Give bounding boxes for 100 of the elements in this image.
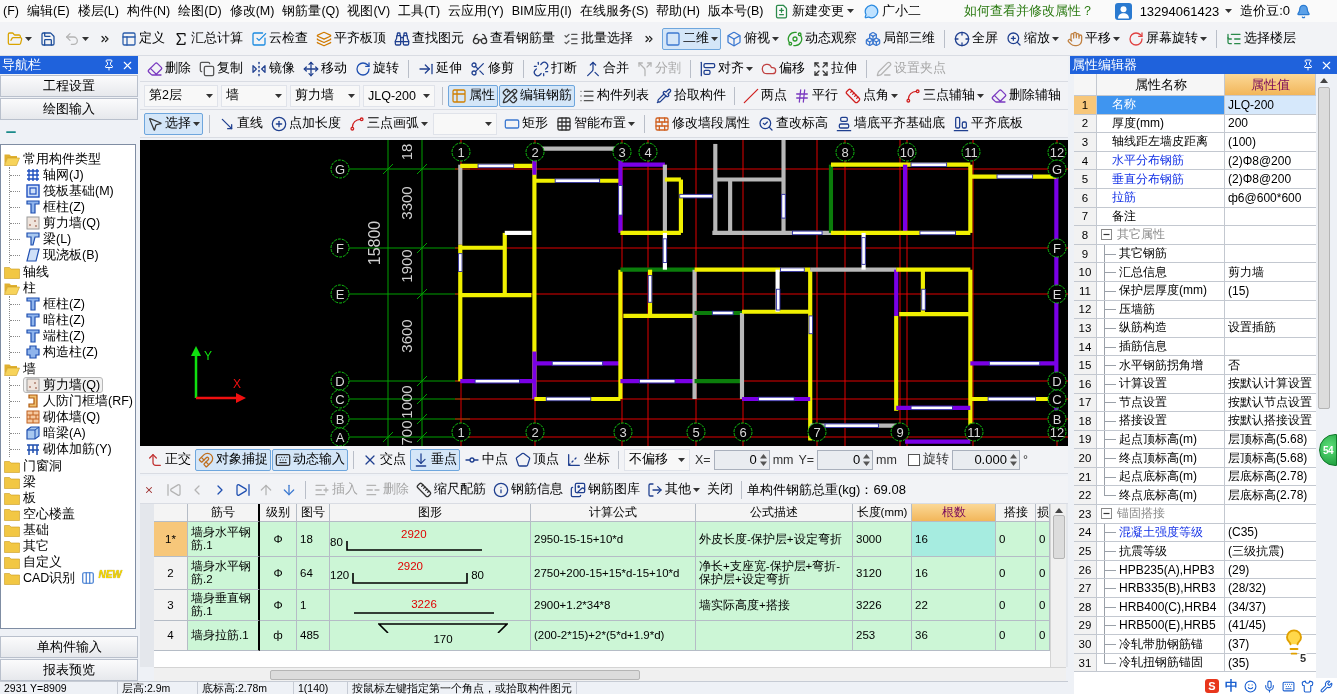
toolbar-button[interactable]: 修改墙段属性 <box>651 112 753 135</box>
minus-box-icon[interactable] <box>1101 508 1112 520</box>
tree-folder[interactable]: 柱 <box>1 280 39 296</box>
tree-item[interactable]: 轴网(J) <box>23 167 87 183</box>
tree-folder[interactable]: 空心楼盖 <box>1 506 78 522</box>
toolbar-button[interactable]: 中点 <box>461 448 511 471</box>
toolbar-button[interactable]: 平移 <box>1064 27 1123 50</box>
row-number-cell[interactable]: 2 <box>154 557 188 590</box>
pin-icon[interactable] <box>103 59 115 71</box>
property-name-cell[interactable]: 保护层厚度(mm) <box>1097 281 1225 301</box>
menu-item[interactable]: 在线服务(S) <box>576 1 652 21</box>
toolbar-button[interactable]: 定义 <box>118 27 168 50</box>
toolbar-button[interactable]: 平齐板顶 <box>313 27 389 50</box>
toolbar-button[interactable]: 复制 <box>196 57 246 80</box>
bell-icon[interactable] <box>1296 3 1311 19</box>
toolbar-button[interactable]: 延伸 <box>415 57 465 80</box>
scroll-thumb[interactable] <box>270 669 640 680</box>
toolbar-button[interactable]: 钢筋图库 <box>567 478 643 501</box>
toolbar-button[interactable]: 正交 <box>144 448 194 471</box>
toolbar-button[interactable]: 交点 <box>359 448 409 471</box>
scroll-thumb[interactable] <box>1052 515 1065 559</box>
ime-mode[interactable]: 中 <box>1225 677 1238 694</box>
property-value-cell[interactable]: (2)Φ8@200 <box>1225 151 1316 171</box>
cad-canvas[interactable]: 1 2 3 4 8 10 11 12 1 2 3 5 6 7 9 11 12 G F E D C B A G F E D C B 15800 18 3300 1900 3600 1000700 Y X <box>140 140 1068 446</box>
toolbar-button[interactable]: 缩尺配筋 <box>413 478 489 501</box>
property-value-cell[interactable]: (100) <box>1225 133 1316 152</box>
property-group-name[interactable]: 其它属性 <box>1115 226 1167 244</box>
toolbar-button[interactable]: 点加长度 <box>268 112 344 135</box>
ime-logo[interactable]: S <box>1205 679 1219 693</box>
menu-item[interactable]: 视图(V) <box>344 1 394 21</box>
nav-button[interactable]: 工程设置 <box>0 75 138 97</box>
tree-folder[interactable]: 轴线 <box>1 264 52 280</box>
nav-button[interactable]: 单构件输入 <box>0 636 138 658</box>
property-value-cell[interactable]: (15) <box>1225 281 1316 301</box>
toolbar-button[interactable]: 属性 <box>448 84 498 107</box>
toolbar-button[interactable]: 缩放 <box>1003 27 1062 50</box>
dropdown[interactable]: 剪力墙 <box>290 84 360 107</box>
property-name-cell[interactable]: 终点顶标高(m) <box>1097 449 1225 468</box>
toolbar-button[interactable]: 坐标 <box>563 448 613 471</box>
table-row[interactable]: 1* 墙身水平钢筋.1 Φ 18 80 2920 2950-15-15+10*d 外皮长度-保护层+设定弯折 3000 16 0 0 <box>154 522 1050 557</box>
tree-folder[interactable]: 其它 <box>1 538 52 554</box>
tree-item[interactable]: 剪力墙(Q) <box>23 377 104 393</box>
user-icon[interactable] <box>1114 2 1132 20</box>
row-number-cell[interactable]: 3 <box>154 590 188 621</box>
property-name-cell[interactable]: 终点底标高(m) <box>1097 486 1225 506</box>
property-name-cell[interactable]: 抗震等级 <box>1097 542 1225 561</box>
toolbar-button[interactable]: 三点辅轴 <box>902 84 987 107</box>
property-value-cell[interactable]: 200 <box>1225 114 1316 134</box>
tree-item[interactable]: 框柱(Z) <box>23 296 88 312</box>
toolbar-button[interactable]: 三点画弧 <box>346 112 431 135</box>
tree-folder[interactable]: 自定义 <box>1 554 65 570</box>
property-name-cell[interactable]: 冷轧扭钢筋锚固 <box>1097 653 1225 673</box>
toolbar-button[interactable]: 镜像 <box>248 57 298 80</box>
property-name-cell[interactable]: 起点顶标高(m) <box>1097 430 1225 450</box>
toolbar-button[interactable]: 点角 <box>842 84 901 107</box>
menu-item[interactable]: (F) <box>0 1 22 21</box>
property-name-cell[interactable]: 节点设置 <box>1097 393 1225 413</box>
tree-item[interactable]: 暗柱(Z) <box>23 312 88 328</box>
property-value-cell[interactable]: 层顶标高(5.68) <box>1225 449 1316 468</box>
toolbar-button[interactable]: 查找图元 <box>391 27 467 50</box>
shirt-icon[interactable] <box>1301 679 1314 693</box>
property-name-cell[interactable]: 备注 <box>1097 207 1225 227</box>
toolbar-button[interactable]: 垂点 <box>410 448 460 471</box>
tree-folder[interactable]: 墙 <box>1 361 39 377</box>
scroll-up-icon[interactable] <box>1320 78 1328 83</box>
help-link[interactable]: 如何查看并修改属性？ <box>963 2 1094 20</box>
tree-item[interactable]: 剪力墙(Q) <box>23 215 104 231</box>
menu-item[interactable]: BIM应用(I) <box>508 1 575 21</box>
toolbar-button[interactable]: 合并 <box>582 57 632 80</box>
toolbar-button[interactable]: 墙底平齐基础底 <box>833 112 948 135</box>
property-value-cell[interactable]: (三级抗震) <box>1225 542 1316 561</box>
toolbar-button[interactable]: 移动 <box>300 57 350 80</box>
toolbar-button[interactable]: 矩形 <box>501 112 551 135</box>
property-name-cell[interactable]: 插筋信息 <box>1097 337 1225 357</box>
menu-item[interactable]: 版本号(B) <box>704 1 767 21</box>
nav-button[interactable]: 绘图输入 <box>0 98 138 120</box>
coordinate-input[interactable]: 0 <box>713 449 770 470</box>
toolbar-button[interactable]: 局部三维 <box>862 27 938 50</box>
tree-item[interactable]: 框柱(Z) <box>23 199 88 215</box>
property-value-cell[interactable]: (34/37) <box>1225 598 1316 617</box>
toolbar-button[interactable]: 查看钢筋量 <box>469 27 558 50</box>
toolbar-button[interactable]: 拉伸 <box>810 57 860 80</box>
scroll-up-icon[interactable] <box>1054 508 1063 513</box>
pin-icon[interactable] <box>1302 59 1314 71</box>
toolbar-button[interactable]: 云检查 <box>248 27 311 50</box>
property-name-cell[interactable]: 水平钢筋拐角增 <box>1097 356 1225 375</box>
keyboard-icon[interactable] <box>1282 679 1295 693</box>
property-name-cell[interactable]: 纵筋构造 <box>1097 319 1225 338</box>
menu-item[interactable]: 构件(N) <box>123 1 174 21</box>
menu-item[interactable]: 修改(M) <box>226 1 278 21</box>
menu-item[interactable]: 工具(T) <box>395 1 444 21</box>
property-value-cell[interactable]: 按默认节点设置 <box>1225 393 1316 413</box>
coordinate-input[interactable]: 0 <box>817 449 874 470</box>
property-name-cell[interactable]: 压墙筋 <box>1097 300 1225 320</box>
tree-item[interactable]: 人防门框墙(RF) <box>23 393 135 409</box>
property-value-cell[interactable]: (2)Φ8@200 <box>1225 170 1316 189</box>
close-icon[interactable] <box>144 484 154 495</box>
scroll-thumb[interactable] <box>1318 87 1330 409</box>
toolbar-button[interactable]: 俯视 <box>723 27 782 50</box>
checkbox[interactable] <box>907 453 920 466</box>
